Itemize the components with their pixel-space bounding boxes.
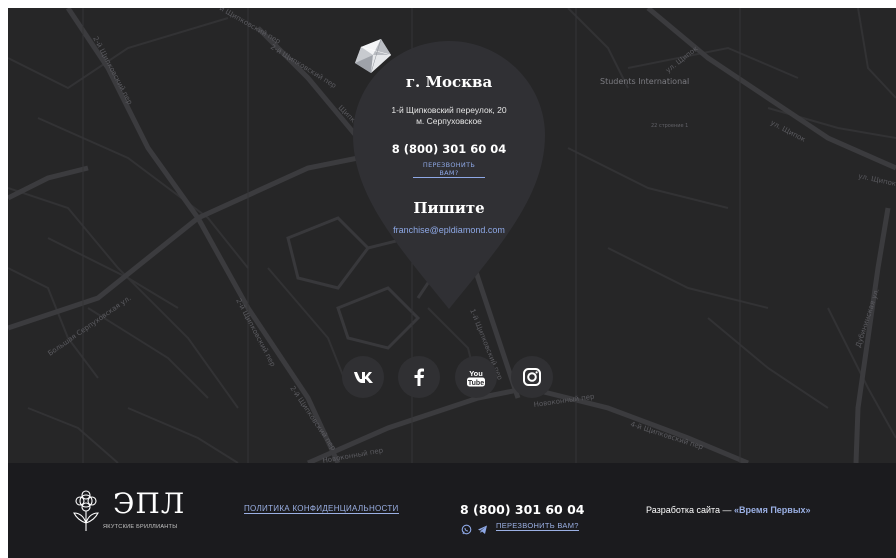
building-label: 22 строение 1 [651,123,688,129]
instagram-icon [523,368,541,386]
address-line: 1-й Щипковский переулок, 20 [391,105,507,115]
flower-logo-icon [73,490,99,531]
street-label: 2-й Щипковский пер [234,297,277,368]
street-label: 1-й Щипковский пер [212,8,282,46]
map-pin-card: г. Москва 1-й Щипковский переулок, 20 м.… [351,35,547,311]
write-heading: Пишите [413,199,485,217]
city-title: г. Москва [405,73,493,91]
developer-credit: Разработка сайта — «Время Первых» [646,505,811,515]
telegram-icon[interactable] [478,525,487,535]
street-label: Большая Серпуховская ул. [47,294,133,358]
youtube-top-text: You [469,369,483,378]
facebook-button[interactable] [398,356,440,398]
phone-number[interactable]: 8 (800) 301 60 04 [351,142,547,156]
street-label: 2-й Щипковский пер [91,35,134,106]
instagram-button[interactable] [511,356,553,398]
vk-icon [354,372,373,383]
youtube-bottom-text: Tube [468,380,484,387]
developer-link[interactable]: «Время Первых» [734,505,811,515]
messenger-icons [461,520,491,539]
street-label: 2-й Щипковский пер [288,385,337,453]
logo[interactable]: ЭПЛ ЯКУТСКИЕ БРИЛЛИАНТЫ [68,487,188,537]
place-label: Students International [600,77,689,86]
metro-station: м. Серпуховское [416,116,482,126]
youtube-button[interactable]: You Tube [455,356,497,398]
logo-subtitle: ЯКУТСКИЕ БРИЛЛИАНТЫ [103,524,178,530]
vk-button[interactable] [342,356,384,398]
callback-link[interactable]: ПЕРЕЗВОНИТЬ ВАМ? [413,161,485,178]
street-label: 2-й Щипковский пер [269,43,338,90]
footer-phone[interactable]: 8 (800) 301 60 04 [460,502,585,517]
facebook-icon [414,368,424,386]
youtube-icon: You Tube [467,369,485,387]
contacts-section: 2-й Щипковский пер 2-й Щипковский пер 1-… [8,8,896,558]
whatsapp-icon[interactable] [461,524,472,535]
email-link[interactable]: franchise@epldiamond.com [351,225,547,235]
privacy-policy-link[interactable]: ПОЛИТИКА КОНФИДЕНЦИАЛЬНОСТИ [244,504,399,514]
footer-callback-link[interactable]: ПЕРЕЗВОНИТЬ ВАМ? [496,521,579,531]
footer: ЭПЛ ЯКУТСКИЕ БРИЛЛИАНТЫ ПОЛИТИКА КОНФИДЕ… [8,463,896,558]
developer-prefix: Разработка сайта — [646,505,735,515]
street-label: 4-й Щипковский пер [629,420,704,451]
street-label: ул. Щипок [858,172,896,188]
logo-text: ЭПЛ [113,487,186,520]
